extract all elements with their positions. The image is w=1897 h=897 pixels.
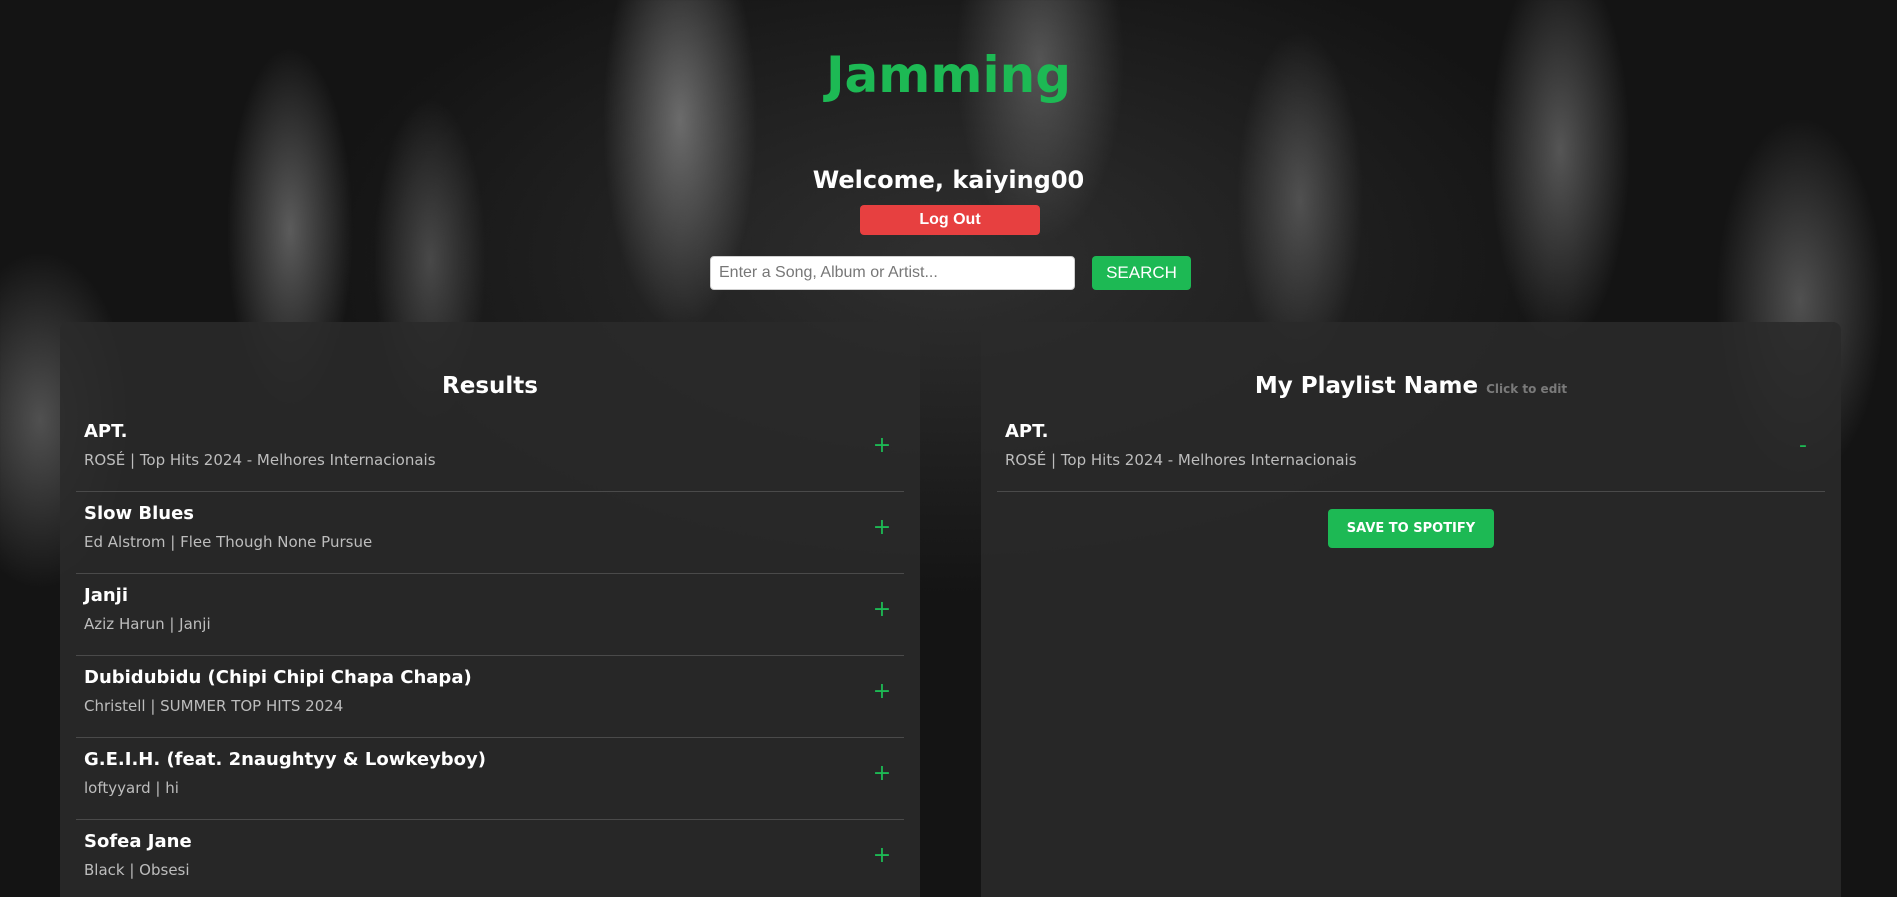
add-track-button plus-icon[interactable]: + <box>870 516 894 540</box>
playlist-track: APT. ROSÉ | Top Hits 2024 - Melhores Int… <box>997 410 1825 492</box>
result-track: APT. ROSÉ | Top Hits 2024 - Melhores Int… <box>76 410 904 492</box>
track-artist-album: Black | Obsesi <box>84 861 190 879</box>
track-name: Dubidubidu (Chipi Chipi Chapa Chapa) <box>84 667 472 688</box>
result-track: Sofea Jane Black | Obsesi + <box>76 820 904 897</box>
edit-hint: Click to edit <box>1486 382 1568 397</box>
track-name: APT. <box>1005 421 1049 442</box>
track-name: Sofea Jane <box>84 831 192 852</box>
remove-track-button minus-icon[interactable]: - <box>1791 434 1815 458</box>
search-input[interactable] <box>710 256 1075 290</box>
track-artist-album: Ed Alstrom | Flee Though None Pursue <box>84 533 373 551</box>
result-track: Slow Blues Ed Alstrom | Flee Though None… <box>76 492 904 574</box>
add-track-button plus-icon[interactable]: + <box>870 434 894 458</box>
result-track: Janji Aziz Harun | Janji + <box>76 574 904 656</box>
result-track: Dubidubidu (Chipi Chipi Chapa Chapa) Chr… <box>76 656 904 738</box>
track-artist-album: loftyyard | hi <box>84 779 179 797</box>
add-track-button plus-icon[interactable]: + <box>870 844 894 868</box>
results-heading: Results <box>442 373 538 400</box>
welcome-message: Welcome, kaiying00 <box>812 166 1085 194</box>
playlist-name[interactable]: My Playlist Name <box>1255 373 1478 399</box>
results-panel: Results APT. ROSÉ | Top Hits 2024 - Melh… <box>60 322 920 897</box>
add-track-button plus-icon[interactable]: + <box>870 762 894 786</box>
track-artist-album: ROSÉ | Top Hits 2024 - Melhores Internac… <box>84 451 436 469</box>
track-name: APT. <box>84 421 128 442</box>
playlist-heading: My Playlist Name Click to edit <box>981 371 1841 404</box>
track-name: Janji <box>84 585 128 606</box>
results-track-list: APT. ROSÉ | Top Hits 2024 - Melhores Int… <box>76 410 904 897</box>
track-name: G.E.I.H. (feat. 2naughtyy & Lowkeyboy) <box>84 749 486 770</box>
result-track: G.E.I.H. (feat. 2naughtyy & Lowkeyboy) l… <box>76 738 904 820</box>
track-artist-album: ROSÉ | Top Hits 2024 - Melhores Internac… <box>1005 451 1357 469</box>
track-artist-album: Aziz Harun | Janji <box>84 615 211 633</box>
track-name: Slow Blues <box>84 503 195 524</box>
playlist-track-list: APT. ROSÉ | Top Hits 2024 - Melhores Int… <box>997 410 1825 492</box>
add-track-button plus-icon[interactable]: + <box>870 680 894 704</box>
add-track-button plus-icon[interactable]: + <box>870 598 894 622</box>
app-title: Jamming <box>825 46 1072 104</box>
track-artist-album: Christell | SUMMER TOP HITS 2024 <box>84 697 344 715</box>
playlist-panel: My Playlist Name Click to edit APT. ROSÉ … <box>981 322 1841 897</box>
save-to-spotify-button[interactable]: SAVE TO SPOTIFY <box>1328 509 1494 548</box>
logout-button[interactable]: Log Out <box>860 205 1040 235</box>
search-button[interactable]: SEARCH <box>1092 256 1191 290</box>
